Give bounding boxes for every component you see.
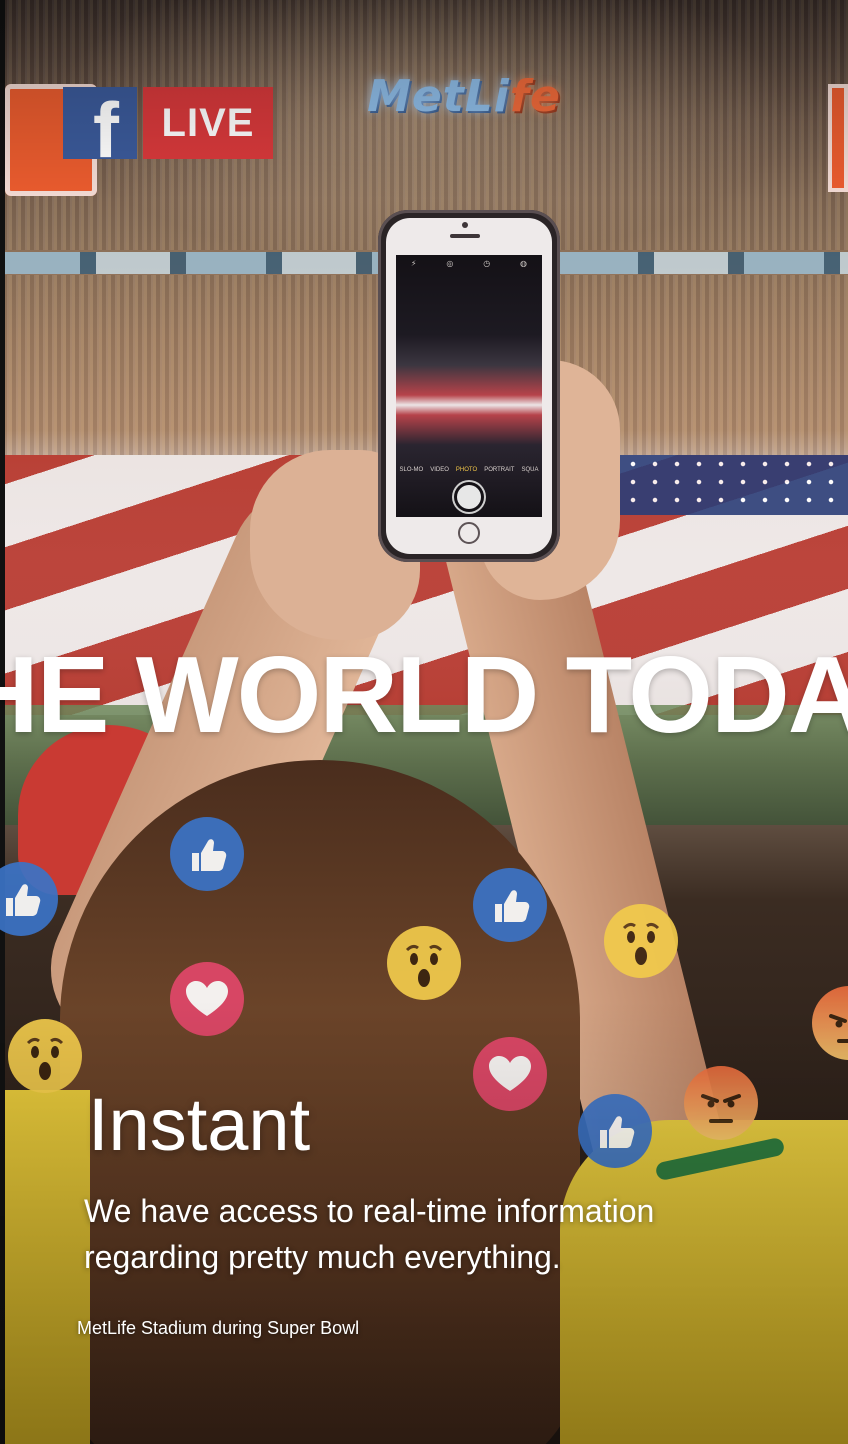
hero-slide: MetLi fe ⚡ ◎ ◷ ◍ SLO-MO VIDEO PHOTO PORTR… bbox=[0, 0, 848, 1444]
smartphone: ⚡ ◎ ◷ ◍ SLO-MO VIDEO PHOTO PORTRAIT SQUA bbox=[378, 210, 560, 562]
metlife-sign-accent: fe bbox=[509, 70, 561, 122]
like-reaction-icon bbox=[170, 817, 244, 891]
camera-mode-active: PHOTO bbox=[455, 467, 478, 473]
live-photo-icon: ◎ bbox=[446, 259, 454, 268]
camera-mode: VIDEO bbox=[430, 467, 449, 473]
wow-reaction-icon bbox=[604, 904, 678, 978]
heart-reaction-icon bbox=[473, 1037, 547, 1111]
camera-mode: SQUA bbox=[521, 467, 539, 473]
wow-reaction-icon bbox=[387, 926, 461, 1000]
flash-icon: ⚡ bbox=[410, 259, 417, 268]
headline-marquee: HE WORLD TODAY bbox=[0, 634, 848, 756]
yellow-jersey-left bbox=[0, 1090, 90, 1444]
camera-mode: PORTRAIT bbox=[484, 467, 515, 473]
home-button-icon bbox=[458, 522, 480, 544]
timer-icon: ◷ bbox=[483, 259, 491, 268]
facebook-logo-glyph: f bbox=[93, 87, 119, 159]
metlife-sign-main: MetLi bbox=[367, 70, 510, 122]
like-reaction-icon bbox=[578, 1094, 652, 1168]
photo-caption: MetLife Stadium during Super Bowl bbox=[77, 1318, 360, 1338]
flag-stars bbox=[600, 455, 848, 515]
camera-topbar: ⚡ ◎ ◷ ◍ bbox=[396, 259, 542, 271]
section-title: Instant bbox=[88, 1083, 311, 1166]
front-camera-icon bbox=[462, 222, 468, 228]
camera-mode: SLO-MO bbox=[399, 467, 424, 473]
heart-reaction-icon bbox=[170, 962, 244, 1036]
wow-reaction-icon bbox=[8, 1019, 82, 1093]
section-body: We have access to real-time information … bbox=[84, 1193, 655, 1275]
shutter-button-icon bbox=[457, 485, 481, 509]
phone-camera-screen: ⚡ ◎ ◷ ◍ SLO-MO VIDEO PHOTO PORTRAIT SQUA bbox=[396, 255, 542, 517]
phone-earpiece bbox=[450, 234, 480, 238]
camera-mode-strip: SLO-MO VIDEO PHOTO PORTRAIT SQUA bbox=[396, 467, 542, 479]
filter-icon: ◍ bbox=[520, 259, 528, 268]
side-sign-right bbox=[828, 84, 848, 192]
facebook-logo-icon: f bbox=[63, 87, 137, 159]
like-reaction-icon bbox=[473, 868, 547, 942]
metlife-sign: MetLi fe bbox=[348, 68, 580, 124]
live-label: LIVE bbox=[143, 87, 273, 159]
angry-reaction-icon bbox=[684, 1066, 758, 1140]
angry-reaction-icon bbox=[812, 986, 848, 1060]
like-reaction-icon bbox=[0, 862, 58, 936]
facebook-live-badge: f LIVE bbox=[63, 87, 273, 159]
